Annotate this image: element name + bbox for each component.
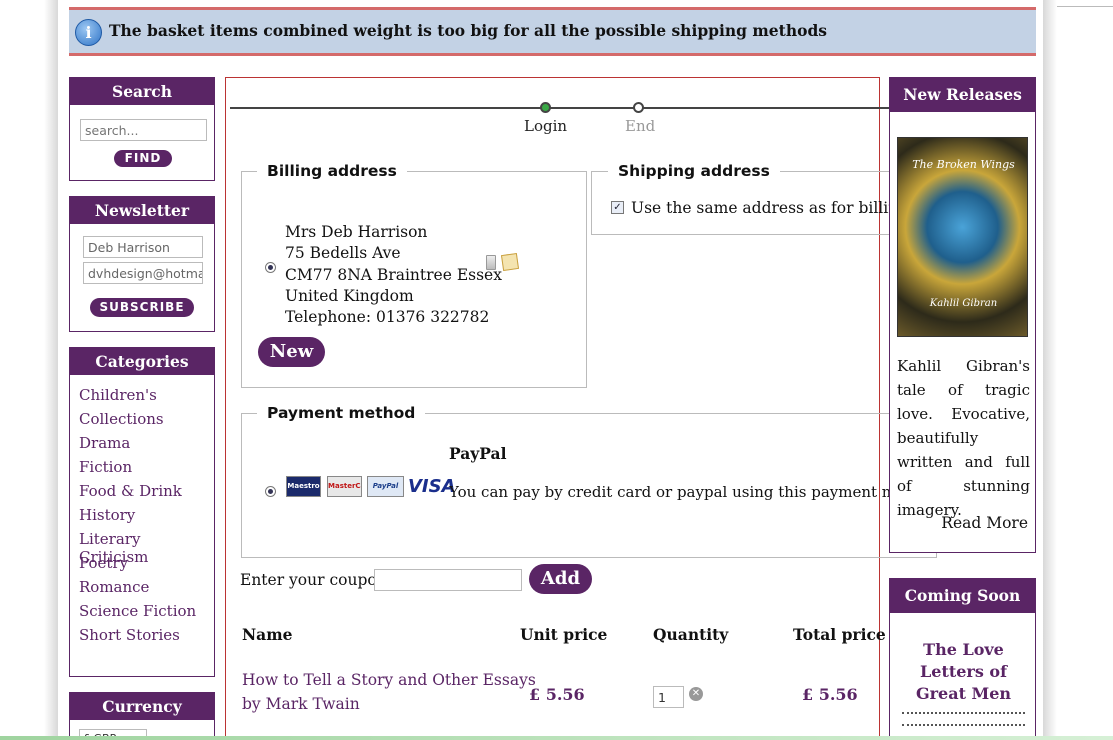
category-link[interactable]: Collections: [79, 410, 164, 428]
category-link[interactable]: Short Stories: [79, 626, 180, 644]
search-input[interactable]: [80, 119, 207, 141]
page: i The basket items combined weight is to…: [0, 0, 1113, 740]
payment-description: You can pay by credit card or paypal usi…: [449, 483, 940, 501]
step-progress-line: [230, 107, 890, 109]
col-header-unit-price: Unit price: [520, 625, 608, 644]
new-address-button[interactable]: New: [258, 337, 325, 367]
maestro-icon: Maestro: [286, 476, 321, 497]
same-address-checkbox[interactable]: ✓: [611, 201, 624, 214]
release-description: Kahlil Gibran's tale of tragic love. Evo…: [897, 357, 1030, 519]
unit-price-cell: £ 5.56: [529, 685, 585, 704]
billing-line: Mrs Deb Harrison: [285, 223, 428, 241]
categories-box: Categories Children's Collections Drama …: [69, 347, 215, 677]
read-more-link[interactable]: Read More: [941, 514, 1028, 532]
billing-line: 75 Bedells Ave: [285, 244, 401, 263]
cover-title: The Broken Wings: [912, 158, 1015, 171]
category-link[interactable]: Drama: [79, 434, 130, 452]
step-label-end: End: [625, 117, 656, 135]
billing-address-block: Mrs Deb Harrison 75 Bedells Ave CM77 8NA…: [285, 222, 502, 328]
billing-address-radio[interactable]: [265, 262, 276, 273]
step-dot-end: [633, 102, 644, 113]
payment-name: PayPal: [449, 444, 507, 463]
billing-line: CM77 8NA Braintree Essex: [285, 265, 502, 284]
billing-line: Telephone: 01376 322782: [285, 308, 490, 327]
same-address-label: Use the same address as for billing: [631, 199, 909, 217]
currency-box: Currency £ GBP: [69, 692, 215, 740]
newsletter-name-field[interactable]: Deb Harrison: [83, 236, 203, 258]
product-name-line: How to Tell a Story and Other Essays: [242, 671, 536, 689]
cover-author: Kahlil Gibran: [929, 298, 998, 309]
bottom-bar: [0, 736, 1113, 740]
total-price-cell: £ 5.56: [802, 685, 858, 704]
info-icon: i: [75, 19, 102, 46]
shipping-legend: Shipping address: [608, 162, 780, 180]
category-link[interactable]: Romance: [79, 578, 149, 596]
mastercard-icon: MasterCard: [327, 476, 362, 497]
col-header-quantity: Quantity: [653, 625, 729, 644]
new-releases-box: New Releases The Broken Wings Kahlil Gib…: [889, 77, 1036, 553]
category-link[interactable]: Science Fiction: [79, 602, 196, 620]
decorative-ornament: [902, 712, 1025, 726]
category-link[interactable]: Poetry: [79, 554, 128, 572]
table-row-product-link[interactable]: How to Tell a Story and Other Essays by …: [242, 668, 536, 716]
col-header-name: Name: [242, 625, 293, 644]
newsletter-email-field[interactable]: dvhdesign@hotma: [83, 262, 203, 284]
billing-line: United Kingdom: [285, 286, 414, 305]
payment-legend: Payment method: [257, 404, 426, 422]
newsletter-title: Newsletter: [70, 197, 214, 224]
coming-soon-book-title[interactable]: The Love Letters of Great Men: [894, 639, 1033, 705]
quantity-input[interactable]: [653, 686, 684, 708]
page-shadow-left: [44, 0, 58, 740]
coming-soon-title: Coming Soon: [890, 579, 1035, 613]
billing-legend: Billing address: [257, 162, 407, 180]
step-dot-login: [540, 102, 551, 113]
step-label-login: Login: [524, 117, 568, 135]
coupon-input[interactable]: [374, 569, 522, 591]
newsletter-box: Newsletter Deb Harrison dvhdesign@hotma …: [69, 196, 215, 332]
product-name-line: by Mark Twain: [242, 695, 360, 713]
delete-address-icon[interactable]: [486, 255, 496, 270]
col-header-total-price: Total price: [793, 625, 886, 644]
edit-address-icon[interactable]: [500, 252, 520, 272]
paypal-icon: PayPal: [367, 476, 404, 497]
currency-title: Currency: [70, 693, 214, 720]
top-rule: [1057, 6, 1113, 7]
coming-soon-box: Coming Soon The Love Letters of Great Me…: [889, 578, 1036, 740]
book-cover-image[interactable]: The Broken Wings Kahlil Gibran: [897, 137, 1028, 337]
category-link[interactable]: Fiction: [79, 458, 132, 476]
add-coupon-button[interactable]: Add: [529, 564, 592, 594]
coupon-label: Enter your coupon: [240, 571, 387, 589]
category-link[interactable]: History: [79, 506, 135, 524]
subscribe-button[interactable]: SUBSCRIBE: [90, 298, 194, 317]
new-releases-title: New Releases: [890, 78, 1035, 112]
search-box: Search FIND: [69, 77, 215, 181]
paypal-radio[interactable]: [265, 486, 276, 497]
category-link[interactable]: Food & Drink: [79, 482, 182, 500]
page-shadow-right: [1043, 0, 1057, 740]
find-button[interactable]: FIND: [114, 150, 172, 167]
category-link[interactable]: Children's: [79, 386, 157, 404]
search-title: Search: [70, 78, 214, 105]
weight-notice: i The basket items combined weight is to…: [69, 7, 1036, 56]
categories-title: Categories: [70, 348, 214, 375]
remove-item-icon[interactable]: ✕: [689, 687, 703, 701]
notice-message: The basket items combined weight is too …: [109, 21, 828, 40]
